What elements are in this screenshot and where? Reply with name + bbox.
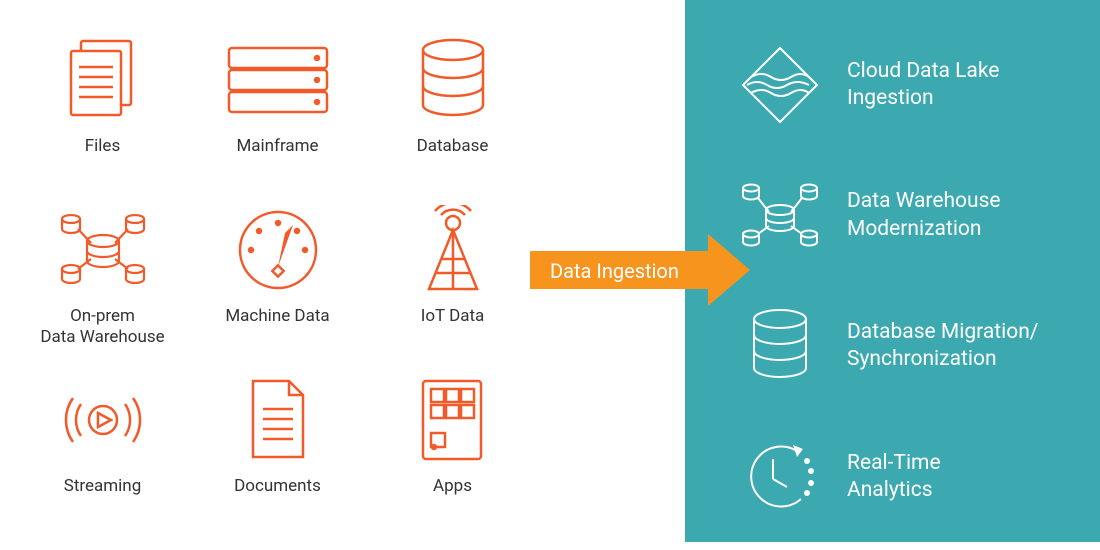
source-label: Machine Data (225, 306, 329, 327)
source-label: On-prem Data Warehouse (40, 306, 164, 349)
document-icon (243, 370, 313, 470)
source-apps: Apps (370, 370, 535, 530)
sources-grid: Files Mainframe (0, 0, 540, 550)
source-label: Mainframe (236, 136, 318, 157)
dest-label: Database Migration/ Synchronization (847, 319, 1038, 374)
database-white-icon (735, 301, 825, 391)
apps-icon (415, 370, 490, 470)
mainframe-icon (223, 30, 333, 130)
antenna-icon (413, 200, 493, 300)
streaming-icon (53, 370, 153, 470)
dest-label: Real-Time Analytics (847, 450, 941, 505)
source-label: Documents (234, 476, 321, 497)
lake-icon (735, 40, 825, 130)
source-database: Database (370, 30, 535, 190)
ingestion-arrow: Data Ingestion (530, 234, 750, 306)
source-iot-data: IoT Data (370, 200, 535, 360)
arrow-label: Data Ingestion (550, 259, 679, 283)
source-label: Files (85, 136, 120, 157)
sources-panel: Files Mainframe (0, 0, 540, 542)
source-documents: Documents (195, 370, 360, 530)
arrow-head-icon (708, 234, 750, 306)
dest-label: Data Warehouse Modernization (847, 188, 1001, 243)
source-files: Files (20, 30, 185, 190)
gauge-icon (233, 200, 323, 300)
clock-icon (735, 432, 825, 522)
warehouse-icon (53, 200, 153, 300)
dest-data-lake: Cloud Data Lake Ingestion (735, 40, 1072, 130)
source-machine-data: Machine Data (195, 200, 360, 360)
files-icon (63, 30, 143, 130)
dest-realtime: Real-Time Analytics (735, 432, 1072, 522)
source-label: Database (417, 136, 489, 157)
dest-dw-modern: Data Warehouse Modernization (735, 171, 1072, 261)
source-label: Streaming (64, 476, 142, 497)
source-streaming: Streaming (20, 370, 185, 530)
dest-label: Cloud Data Lake Ingestion (847, 58, 999, 113)
source-label: Apps (433, 476, 472, 497)
source-onprem-dw: On-prem Data Warehouse (20, 200, 185, 360)
source-mainframe: Mainframe (195, 30, 360, 190)
database-icon (413, 30, 493, 130)
dest-db-migration: Database Migration/ Synchronization (735, 301, 1072, 391)
source-label: IoT Data (421, 306, 485, 327)
